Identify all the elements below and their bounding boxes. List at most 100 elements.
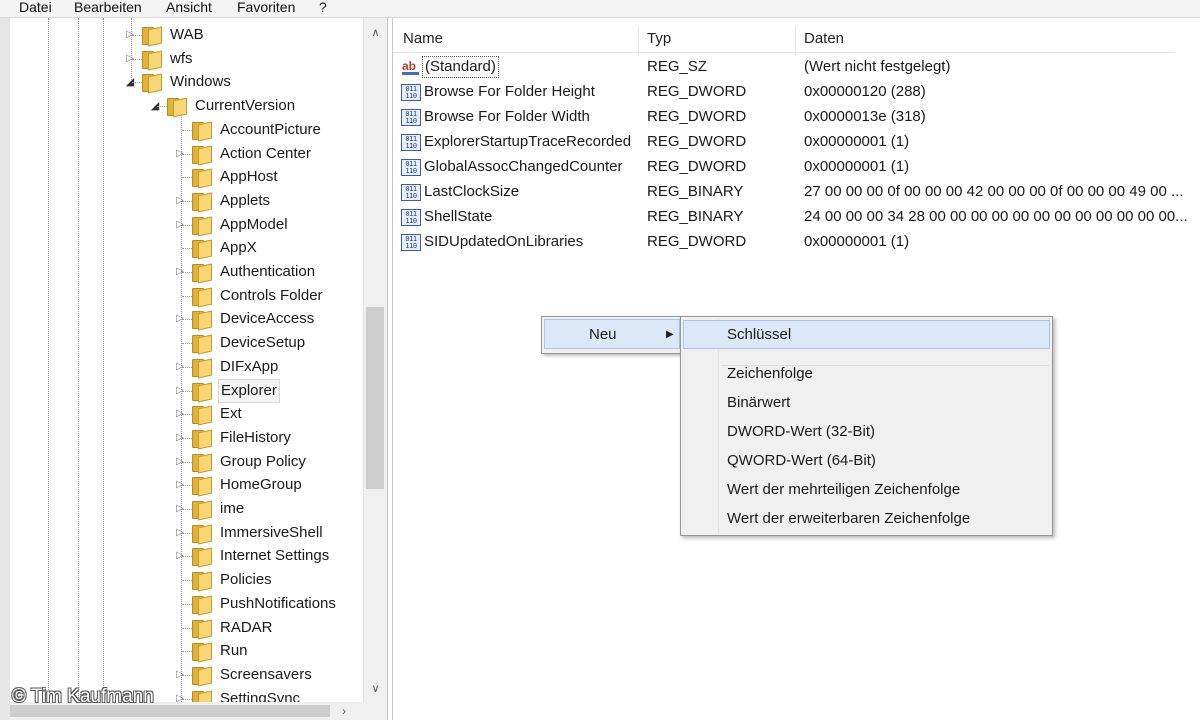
tree-item[interactable]: ▷ Applets [0,189,362,213]
value-type: REG_DWORD [647,233,747,250]
menu-bearbeiten[interactable]: Bearbeiten [74,0,142,15]
tree-item-label: AppModel [220,215,288,233]
tree-item-label: Run [220,642,248,660]
folder-icon [192,547,212,568]
tree-item-label: AppX [220,239,257,257]
menu-item-label: DWORD-Wert (32-Bit) [727,423,876,440]
tree-item[interactable]: Controls Folder [0,284,362,308]
tree-item[interactable]: ▷ ImmersiveShell [0,521,362,545]
menu-favoriten[interactable]: Favoriten [237,0,295,15]
tree-item[interactable]: ▷ wfs [0,47,362,71]
value-name: ExplorerStartupTraceRecorded [424,133,632,150]
value-data: (Wert nicht festgelegt) [804,58,951,75]
menu-item-schluessel[interactable]: Schlüssel [683,320,1050,349]
folder-icon [142,50,162,71]
tree-item[interactable]: ▷ Screensavers [0,663,362,687]
tree-item[interactable]: ▷ ime [0,497,362,521]
menu-item-expandable-string[interactable]: Wert der erweiterbaren Zeichenfolge [683,504,1050,533]
menu-item-neu[interactable]: Neu ▶ [544,319,680,349]
tree-item-label: DeviceSetup [220,334,306,352]
folder-icon [142,26,162,47]
column-header-row: Name Typ Daten [393,22,1175,56]
folder-icon [192,145,212,165]
binary-value-icon: 011 110 [401,209,421,226]
binary-value-icon: 011 110 [401,159,421,176]
scroll-right-arrow-icon[interactable]: › [342,702,346,720]
copyright-watermark: © Tim Kaufmann [12,686,154,707]
menu-ansicht[interactable]: Ansicht [166,0,212,15]
tree-item[interactable]: ▷ Group Policy [0,450,362,474]
column-header-name[interactable]: Name [403,22,443,56]
value-data: 0x00000001 (1) [804,133,910,150]
tree-item[interactable]: AppHost [0,165,362,189]
scroll-up-arrow-icon[interactable]: ∧ [364,24,387,42]
tree-item[interactable]: ▷ Ext [0,402,362,426]
value-row[interactable]: 011 110 SIDUpdatedOnLibraries REG_DWORD 0x00… [393,230,1193,254]
binary-value-icon: 011 110 [401,234,421,251]
tree-item[interactable]: ▷ AppModel [0,213,362,237]
folder-icon [192,500,212,521]
tree-item[interactable]: DeviceSetup [0,331,362,355]
folder-icon [192,358,212,379]
tree-item[interactable]: ▷ FileHistory [0,426,362,450]
tree-vertical-scrollbar[interactable]: ∧ ∨ [363,18,387,702]
tree-item[interactable]: ▷ Action Center [0,142,362,166]
value-row[interactable]: ab (Standard) REG_SZ (Wert nicht festgelegt… [393,55,1193,79]
menu-item-label: Binärwert [727,394,791,411]
tree-item[interactable]: ◢ CurrentVersion [0,94,362,118]
column-divider[interactable] [795,26,796,56]
tree-item-label: Policies [220,571,272,589]
column-header-data[interactable]: Daten [804,22,844,56]
tree-item[interactable]: AccountPicture [0,118,362,142]
value-type: REG_SZ [647,58,708,75]
tree-item[interactable]: RADAR [0,616,362,640]
value-name: Browse For Folder Width [424,108,590,125]
menu-help[interactable]: ? [319,0,327,15]
menu-item-qword[interactable]: QWORD-Wert (64-Bit) [683,446,1050,475]
tree-item-label: AppHost [220,168,278,186]
tree-item[interactable]: ▷ DIFxApp [0,355,362,379]
scrollbar-corner [363,702,387,720]
tree-item[interactable]: ▷ Internet Settings [0,544,362,568]
tree-item-label: Group Policy [220,452,306,470]
scroll-thumb[interactable] [366,307,384,489]
tree-item-label: WAB [170,26,204,43]
tree-item[interactable]: Policies [0,568,362,592]
menu-item-label: Zeichenfolge [727,365,813,382]
value-row[interactable]: 011 110 LastClockSize REG_BINARY 27 00 00 00… [393,180,1193,204]
tree-item[interactable]: ▷ Explorer [0,378,362,403]
value-row[interactable]: 011 110 ShellState REG_BINARY 24 00 00 00 34… [393,205,1193,229]
menu-item-dword[interactable]: DWORD-Wert (32-Bit) [683,417,1050,446]
folder-icon [192,287,212,308]
tree-item[interactable]: ▷ DeviceAccess [0,307,362,331]
new-submenu: Schlüssel Zeichenfolge Binärwert DWORD-Wert… [680,316,1053,536]
tree-item[interactable]: ▷ HomeGroup [0,473,362,497]
value-data: 0x00000001 (1) [804,158,910,175]
menu-item-zeichenfolge[interactable]: Zeichenfolge [683,359,1050,388]
tree-item[interactable]: AppX [0,236,362,260]
folder-icon [192,192,212,213]
menu-item-binaerwert[interactable]: Binärwert [683,388,1050,417]
column-header-type[interactable]: Typ [647,22,671,56]
menu-item-neu-label: Neu [589,326,617,343]
context-menu: Neu ▶ [541,316,683,354]
tree-item[interactable]: ▷ WAB [0,23,362,47]
value-data: 0x0000013e (318) [804,108,926,125]
tree-item-label: CurrentVersion [195,97,296,115]
folder-icon [192,453,212,474]
menu-item-multi-string[interactable]: Wert der mehrteiligen Zeichenfolge [683,475,1050,504]
value-type: REG_BINARY [647,208,744,225]
binary-value-icon: 011 110 [401,184,421,201]
tree-item[interactable]: ▷ Authentication [0,260,362,284]
menu-datei[interactable]: Datei [19,0,52,15]
value-row[interactable]: 011 110 ExplorerStartupTraceRecorded REG_DW… [393,130,1193,154]
tree-item[interactable]: ◢ Windows [0,70,362,94]
value-row[interactable]: 011 110 Browse For Folder Height REG_DWORD 0… [393,80,1193,104]
tree-item[interactable]: PushNotifications [0,592,362,616]
menu-item-label: Wert der erweiterbaren Zeichenfolge [727,510,971,527]
tree-item[interactable]: Run [0,639,362,663]
scroll-down-arrow-icon[interactable]: ∨ [364,680,387,698]
value-row[interactable]: 011 110 GlobalAssocChangedCounter REG_DWORD… [393,155,1193,179]
column-divider[interactable] [638,26,639,56]
value-row[interactable]: 011 110 Browse For Folder Width REG_DWORD 0x… [393,105,1193,129]
